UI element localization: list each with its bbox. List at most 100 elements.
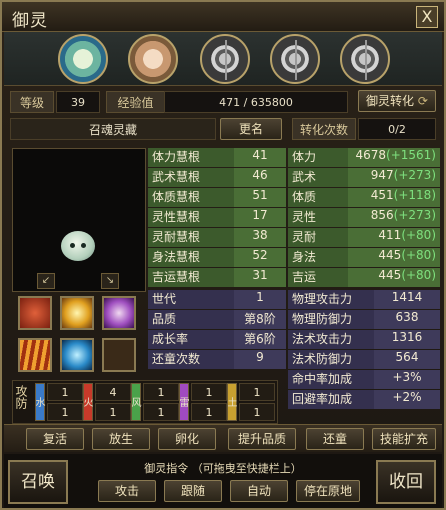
spirit-slot-5[interactable] bbox=[340, 34, 390, 84]
action-button[interactable]: 放生 bbox=[92, 428, 150, 450]
aptitude-value: 51 bbox=[234, 188, 286, 207]
aptitude-label: 身法慧根 bbox=[148, 248, 234, 267]
action-button[interactable]: 提升品质 bbox=[228, 428, 296, 450]
command-button[interactable]: 停在原地 bbox=[296, 480, 360, 502]
combat-value: +3% bbox=[374, 370, 440, 389]
skill-slot-4[interactable] bbox=[18, 338, 52, 372]
attribute-base: 451 bbox=[370, 188, 394, 202]
aptitude-value: 46 bbox=[234, 168, 286, 187]
attribute-base: 856 bbox=[370, 208, 394, 222]
wheel-icon bbox=[295, 40, 297, 80]
attribute-bonus: (+80) bbox=[401, 228, 436, 242]
aptitude-label: 灵性慧根 bbox=[148, 208, 234, 227]
attribute-value: 947(+273) bbox=[348, 168, 440, 187]
attribute-value: 451(+118) bbox=[348, 188, 440, 207]
element-1: 水1 1 bbox=[33, 383, 83, 423]
element-icon: 风 bbox=[129, 383, 141, 421]
attribute-bonus: (+1561) bbox=[386, 148, 436, 162]
combat-value: 564 bbox=[374, 350, 440, 369]
element-attack: 4 bbox=[95, 383, 131, 401]
element-attack: 1 bbox=[191, 383, 227, 401]
element-icon: 土 bbox=[225, 383, 237, 421]
attribute-label: 灵性 bbox=[288, 208, 348, 227]
attribute-value: 445(+80) bbox=[348, 268, 440, 287]
skill-slot-5[interactable] bbox=[60, 338, 94, 372]
combat-value: 638 bbox=[374, 310, 440, 329]
recall-button[interactable]: 收回 bbox=[376, 460, 436, 504]
attribute-value: 445(+80) bbox=[348, 248, 440, 267]
rotate-right-button[interactable]: ↘ bbox=[101, 273, 119, 289]
aptitude-value: 52 bbox=[234, 248, 286, 267]
close-button[interactable]: X bbox=[416, 6, 438, 28]
attribute-label: 灵耐 bbox=[288, 228, 348, 247]
rotate-left-button[interactable]: ↙ bbox=[37, 273, 55, 289]
exp-label: 经验值 bbox=[106, 91, 164, 113]
attribute-label: 武术 bbox=[288, 168, 348, 187]
combat-label: 回避率加成 bbox=[288, 390, 374, 409]
element-attack: 1 bbox=[143, 383, 179, 401]
element-attack: 1 bbox=[239, 383, 275, 401]
transform-button-label: 御灵转化 bbox=[366, 94, 415, 108]
aptitude-value: 41 bbox=[234, 148, 286, 167]
spirit-model bbox=[61, 231, 95, 261]
aptitude-value: 38 bbox=[234, 228, 286, 247]
attribute-bonus: (+80) bbox=[401, 268, 436, 282]
spirit-slot-4[interactable] bbox=[270, 34, 320, 84]
element-icon: 火 bbox=[81, 383, 93, 421]
skill-slot-empty[interactable] bbox=[102, 338, 136, 372]
wheel-icon bbox=[225, 40, 227, 80]
rename-button[interactable]: 更名 bbox=[220, 118, 282, 140]
command-hint: 御灵指令 （可拖曳至快捷栏上） bbox=[144, 462, 302, 475]
command-button[interactable]: 攻击 bbox=[98, 480, 156, 502]
action-button[interactable]: 卵化 bbox=[158, 428, 216, 450]
spirit-eye bbox=[81, 243, 86, 248]
info-label: 还童次数 bbox=[148, 350, 234, 369]
command-bar: 召唤 御灵指令 （可拖曳至快捷栏上） 攻击 跟随 自动 停在原地 收回 bbox=[4, 454, 442, 508]
element-defense: 1 bbox=[95, 403, 131, 421]
action-button[interactable]: 还童 bbox=[306, 428, 364, 450]
info-value: 1 bbox=[234, 290, 286, 309]
attribute-base: 947 bbox=[370, 168, 394, 182]
skill-slot-1[interactable] bbox=[18, 296, 52, 330]
level-label: 等级 bbox=[10, 91, 54, 113]
element-defense: 1 bbox=[239, 403, 275, 421]
title-bar[interactable]: 御灵 X bbox=[2, 2, 444, 32]
action-bar: 复活 放生 卵化 提升品质 还童 技能扩充 bbox=[4, 424, 442, 452]
transform-count-value: 0/2 bbox=[358, 118, 436, 140]
aptitude-label: 体力慧根 bbox=[148, 148, 234, 167]
element-3: 风1 1 bbox=[129, 383, 179, 423]
combat-label: 命中率加成 bbox=[288, 370, 374, 389]
element-icon: 雷 bbox=[177, 383, 189, 421]
action-button[interactable]: 技能扩充 bbox=[372, 428, 436, 450]
transform-count-label: 转化次数 bbox=[292, 118, 356, 140]
combat-label: 物理防御力 bbox=[288, 310, 374, 329]
attribute-bonus: (+80) bbox=[401, 248, 436, 262]
aptitude-value: 31 bbox=[234, 268, 286, 287]
element-5: 土1 1 bbox=[225, 383, 275, 423]
spirit-slot-1[interactable] bbox=[58, 34, 108, 84]
attribute-base: 445 bbox=[378, 268, 402, 282]
combat-value: 1414 bbox=[374, 290, 440, 309]
transform-button[interactable]: 御灵转化 ⟳ bbox=[358, 90, 436, 112]
spirit-slot-3[interactable] bbox=[200, 34, 250, 84]
info-label: 成长率 bbox=[148, 330, 234, 349]
element-panel: 攻防 水11火41风11雷11土11 bbox=[12, 380, 278, 424]
info-value: 第6阶 bbox=[234, 330, 286, 349]
attribute-bonus: (+273) bbox=[393, 168, 436, 182]
combat-label: 物理攻击力 bbox=[288, 290, 374, 309]
attribute-base: 411 bbox=[378, 228, 402, 242]
combat-value: 1316 bbox=[374, 330, 440, 349]
action-button[interactable]: 复活 bbox=[26, 428, 84, 450]
element-defense: 1 bbox=[47, 403, 83, 421]
command-button[interactable]: 自动 bbox=[230, 480, 288, 502]
command-button[interactable]: 跟随 bbox=[164, 480, 222, 502]
info-value: 第8阶 bbox=[234, 310, 286, 329]
element-2: 火4 1 bbox=[81, 383, 131, 423]
spirit-slot-2[interactable] bbox=[128, 34, 178, 84]
combat-label: 法术防御力 bbox=[288, 350, 374, 369]
skill-slot-3[interactable] bbox=[102, 296, 136, 330]
exp-value: 471 / 635800 bbox=[164, 91, 348, 113]
summon-button[interactable]: 召唤 bbox=[8, 460, 68, 504]
skill-slot-2[interactable] bbox=[60, 296, 94, 330]
attribute-label: 身法 bbox=[288, 248, 348, 267]
